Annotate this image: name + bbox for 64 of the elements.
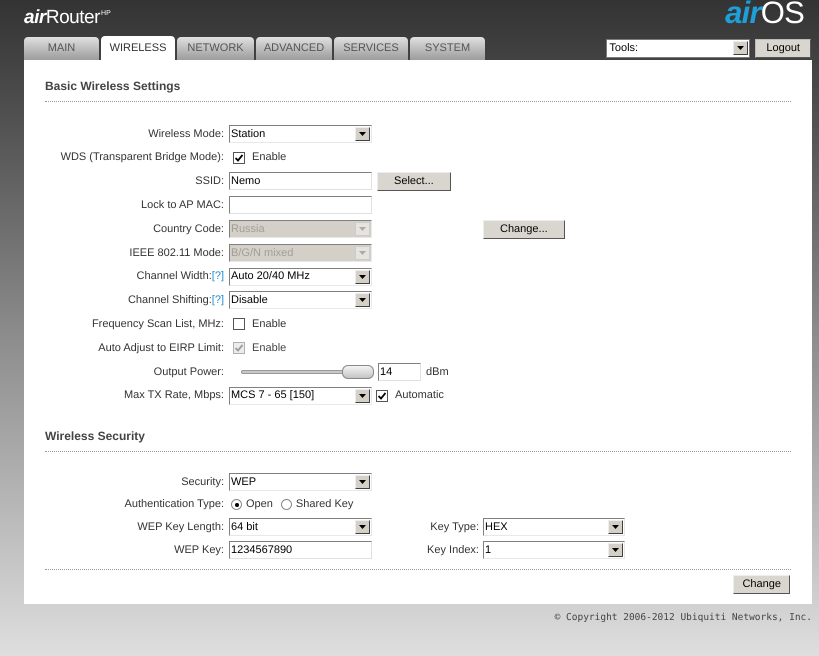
field-label: Security: [181, 474, 224, 490]
dropdown[interactable]: Auto 20/40 MHz [229, 268, 372, 286]
tab[interactable]: ADVANCED [256, 37, 332, 60]
copyright-text: © Copyright 2006-2012 Ubiquiti Networks, Inc. [554, 611, 812, 625]
checkbox-label: Automatic [395, 388, 444, 404]
input-field[interactable] [229, 196, 372, 214]
field-label: Key Type: [430, 520, 479, 536]
tab[interactable]: MAIN [24, 37, 99, 60]
input-field[interactable]: 14 [378, 362, 421, 381]
button[interactable]: Select... [377, 172, 451, 191]
slider-thumb[interactable] [342, 364, 374, 379]
field-label: WEP Key Length: [137, 520, 224, 536]
change-button[interactable]: Change [733, 575, 790, 594]
field-label: WDS (Transparent Bridge Mode): [60, 150, 224, 166]
checkbox-label: Enable [252, 317, 286, 332]
tools-dropdown[interactable]: Tools: [606, 38, 750, 58]
radio-button[interactable] [231, 499, 242, 510]
field-label: Authentication Type: [124, 497, 224, 512]
input-field[interactable]: Nemo [229, 172, 372, 190]
field-label: Wireless Mode: [148, 126, 224, 142]
radio-button[interactable] [280, 499, 292, 510]
button[interactable]: Change... [483, 220, 565, 239]
logo-name: Router [46, 6, 100, 30]
dropdown[interactable]: 1 [483, 540, 625, 559]
dropdown[interactable]: MCS 7 - 65 [150] [229, 386, 372, 405]
tab[interactable]: WIRELESS [101, 36, 175, 60]
field-label: Frequency Scan List, MHz: [92, 317, 224, 332]
field-label: Channel Shifting: [128, 293, 212, 308]
field-label: SSID: [195, 174, 224, 190]
checkbox[interactable] [376, 390, 388, 402]
field-label: Key Index: [427, 542, 479, 558]
checkbox-label: Enable [252, 150, 286, 166]
help-link[interactable]: [?] [212, 292, 224, 309]
logout-button[interactable]: Logout [755, 38, 811, 58]
section-title: Basic Wireless Settings [45, 79, 180, 93]
section-title: Wireless Security [45, 428, 145, 443]
radio-label: Open [246, 497, 273, 512]
tab[interactable]: SYSTEM [410, 37, 485, 60]
field-label: WEP Key: [174, 542, 224, 558]
slider-track[interactable] [241, 364, 374, 379]
radio-label: Shared Key [296, 497, 354, 512]
tab[interactable]: NETWORK [177, 37, 254, 60]
dropdown[interactable]: Station [229, 124, 372, 143]
os-logo-prefix: air [725, 0, 761, 28]
input-field[interactable]: 1234567890 [229, 540, 372, 559]
logo-prefix: air [24, 6, 46, 30]
dropdown[interactable]: WEP [229, 472, 372, 491]
field-label: Country Code: [153, 222, 224, 237]
field-label: IEEE 802.11 Mode: [129, 246, 224, 261]
help-link[interactable]: [?] [212, 268, 224, 285]
field-label: Output Power: [154, 364, 224, 380]
os-logo-name: OS [760, 0, 804, 28]
unit-label: dBm [426, 364, 449, 380]
checkbox-label: Enable [252, 340, 286, 356]
checkbox[interactable] [233, 318, 245, 330]
field-label: Auto Adjust to EIRP Limit: [98, 340, 224, 356]
dropdown[interactable]: Disable [229, 291, 372, 310]
dropdown[interactable]: HEX [483, 518, 625, 536]
field-label: Channel Width: [136, 269, 212, 284]
tab[interactable]: SERVICES [334, 37, 408, 60]
dropdown[interactable]: 64 bit [229, 518, 372, 536]
checkbox[interactable] [233, 152, 245, 164]
field-label: Lock to AP MAC: [141, 198, 224, 214]
field-label: Max TX Rate, Mbps: [124, 388, 224, 404]
